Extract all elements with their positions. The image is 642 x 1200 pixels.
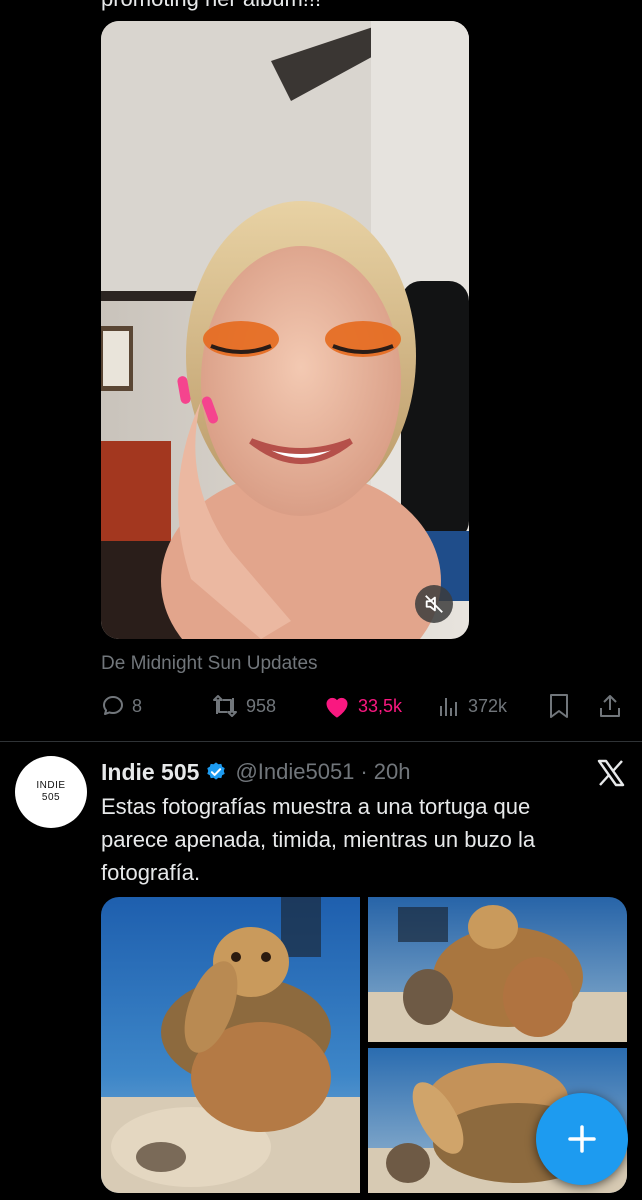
video-frame	[101, 21, 469, 639]
views-icon	[440, 698, 457, 716]
heart-icon	[326, 697, 348, 718]
retweet-icon	[213, 695, 237, 717]
author-name[interactable]: Indie 505	[101, 759, 199, 786]
tweet-photo[interactable]	[101, 897, 360, 1193]
bookmark-button[interactable]	[548, 690, 570, 722]
turtle-photo-image	[368, 897, 627, 1042]
reply-count: 8	[132, 695, 143, 716]
views-button[interactable]: 372k	[437, 690, 507, 722]
avatar[interactable]: INDIE 505	[15, 756, 87, 828]
like-count: 33,5k	[358, 695, 403, 716]
views-count: 372k	[468, 695, 508, 716]
avatar-logo-text: INDIE 505	[36, 780, 66, 803]
video-source-label[interactable]: De Midnight Sun Updates	[101, 653, 318, 675]
meta-separator: ·	[360, 759, 368, 784]
tweet-video[interactable]	[101, 21, 469, 639]
retweet-button[interactable]: 958	[211, 690, 276, 722]
turtle-photo-image	[101, 897, 360, 1193]
tweet-time[interactable]: 20h	[374, 759, 411, 785]
plus-icon	[568, 1125, 596, 1153]
retweet-count: 958	[246, 695, 277, 716]
verified-badge-icon	[207, 762, 226, 780]
tweet-text: Estas fotografías muestra a una tortuga …	[101, 794, 536, 885]
reply-button[interactable]: 8	[101, 690, 142, 722]
previous-tweet-text: promoting her album!!!	[101, 0, 321, 12]
reply-icon	[103, 696, 123, 715]
compose-button[interactable]	[536, 1093, 628, 1185]
like-button[interactable]: 33,5k	[323, 690, 402, 722]
mute-button[interactable]	[415, 585, 453, 623]
x-logo-icon	[597, 759, 625, 787]
tweet-photo[interactable]	[368, 897, 627, 1042]
mute-icon	[425, 595, 443, 613]
bookmark-icon	[550, 694, 568, 718]
author-handle[interactable]: @Indie5051	[235, 759, 354, 785]
tweet-actions-bar: 8 958 33,5k 372k	[101, 690, 626, 722]
tweet-divider	[0, 741, 642, 742]
share-button[interactable]	[598, 690, 622, 722]
share-icon	[600, 695, 620, 717]
tweet-header: Indie 505 @Indie5051 · 20h	[101, 757, 410, 787]
